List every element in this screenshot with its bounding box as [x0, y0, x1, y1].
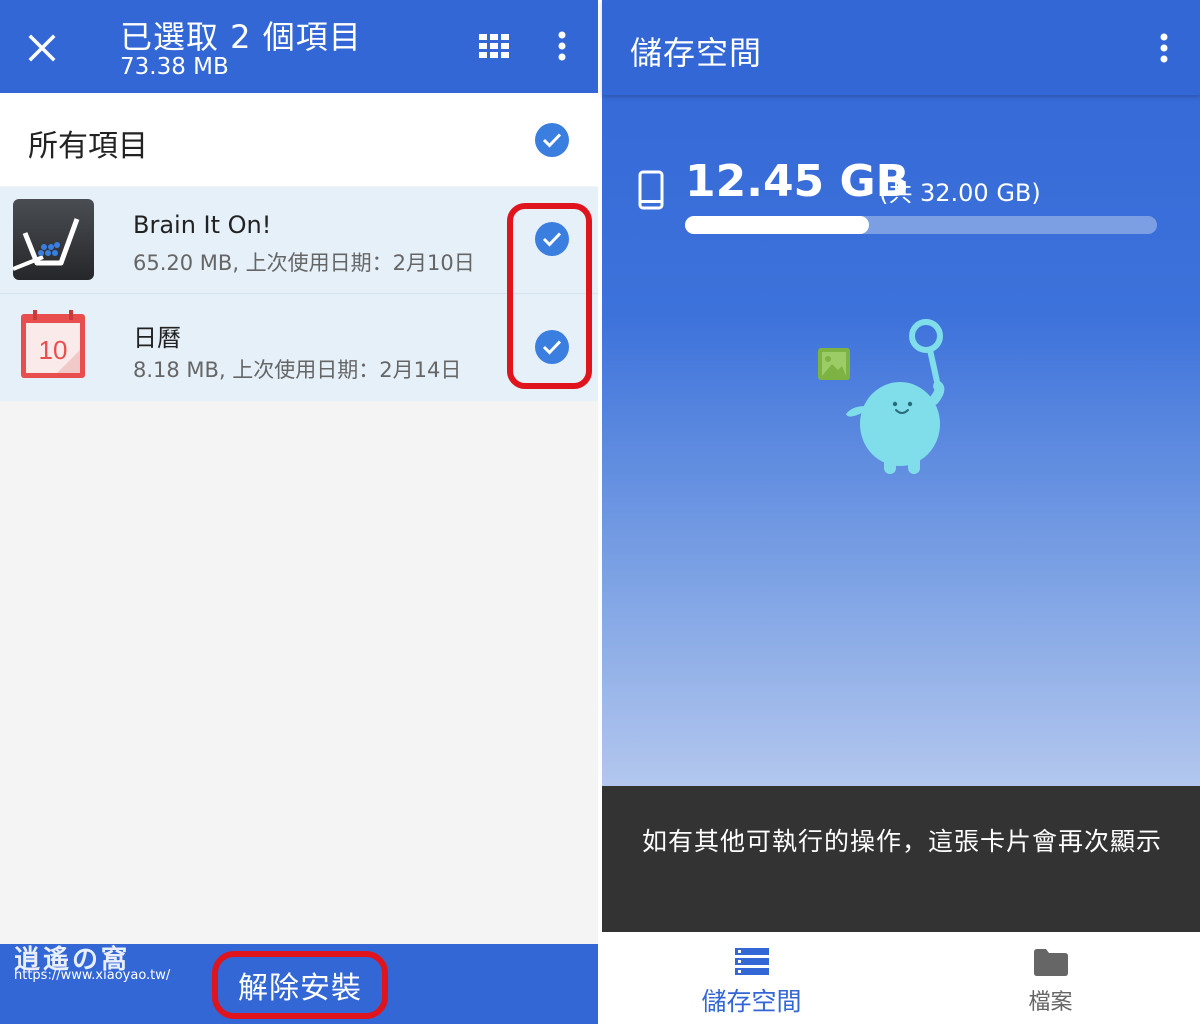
nav-files-label: 檔案 — [1028, 990, 1073, 1015]
storage-total: (共 32.00 GB) — [879, 179, 1041, 207]
highlight-annotation-box — [507, 203, 592, 389]
more-vert-icon — [1160, 33, 1168, 63]
uninstall-button[interactable]: 解除安裝 — [212, 951, 388, 1019]
brain-it-on-app-icon — [12, 199, 94, 280]
check-icon — [542, 133, 562, 148]
select-all-row[interactable]: 所有項目 — [0, 93, 598, 186]
app-name: 日曆 — [133, 324, 181, 352]
calendar-app-icon: 10 — [13, 306, 94, 387]
nav-storage-label: 儲存空間 — [701, 987, 802, 1016]
storage-right-panel: 儲存空間 12.45 GB (共 32.00 GB) 如有其他可執行的操作，這張… — [602, 0, 1200, 1024]
storage-icon — [734, 948, 769, 975]
select-all-label: 所有項目 — [28, 129, 148, 164]
grid-view-button[interactable] — [474, 26, 514, 66]
more-vert-icon — [558, 31, 566, 61]
watermark-title: 逍遙の窩 — [14, 945, 131, 975]
more-options-button[interactable] — [545, 26, 579, 66]
nav-files-tab[interactable]: 檔案 — [901, 932, 1200, 1024]
action-bottom-bar: 逍遙の窩 https://www.xiaoyao.tw/ 解除安裝 — [0, 944, 598, 1024]
phone-icon — [638, 170, 664, 210]
app-name: Brain It On! — [133, 211, 272, 239]
storage-app-bar: 儲存空間 — [602, 0, 1200, 95]
selection-size: 73.38 MB — [120, 54, 229, 80]
page-title: 儲存空間 — [630, 34, 763, 72]
more-options-button[interactable] — [1147, 28, 1181, 68]
bottom-navigation: 儲存空間 檔案 — [602, 932, 1200, 1024]
storage-used: 12.45 GB — [685, 156, 910, 207]
selection-app-bar: 已選取 2 個項目 73.38 MB — [0, 0, 598, 93]
watermark: 逍遙の窩 https://www.xiaoyao.tw/ — [14, 945, 171, 984]
svg-text:10: 10 — [39, 335, 68, 365]
close-selection-button[interactable] — [18, 24, 66, 72]
folder-icon — [1033, 949, 1068, 976]
info-card: 如有其他可執行的操作，這張卡片會再次顯示 — [602, 786, 1200, 932]
storage-progress-bar — [685, 216, 1157, 234]
storage-progress-fill — [685, 216, 869, 234]
grid-view-icon — [479, 34, 509, 58]
close-icon — [28, 34, 56, 62]
info-card-text: 如有其他可執行的操作，這張卡片會再次顯示 — [642, 827, 1163, 856]
files-left-panel: 已選取 2 個項目 73.38 MB 所有項目 Brain It On! 65.… — [0, 0, 598, 1024]
nav-storage-tab[interactable]: 儲存空間 — [602, 932, 901, 1024]
app-meta: 65.20 MB, 上次使用日期：2月10日 — [133, 251, 475, 275]
mascot-illustration — [818, 319, 945, 474]
selection-title: 已選取 2 個項目 — [120, 18, 362, 56]
watermark-url: https://www.xiaoyao.tw/ — [14, 968, 171, 983]
select-all-checkbox[interactable] — [535, 123, 569, 157]
image-icon — [818, 348, 850, 380]
app-meta: 8.18 MB, 上次使用日期：2月14日 — [133, 358, 462, 382]
